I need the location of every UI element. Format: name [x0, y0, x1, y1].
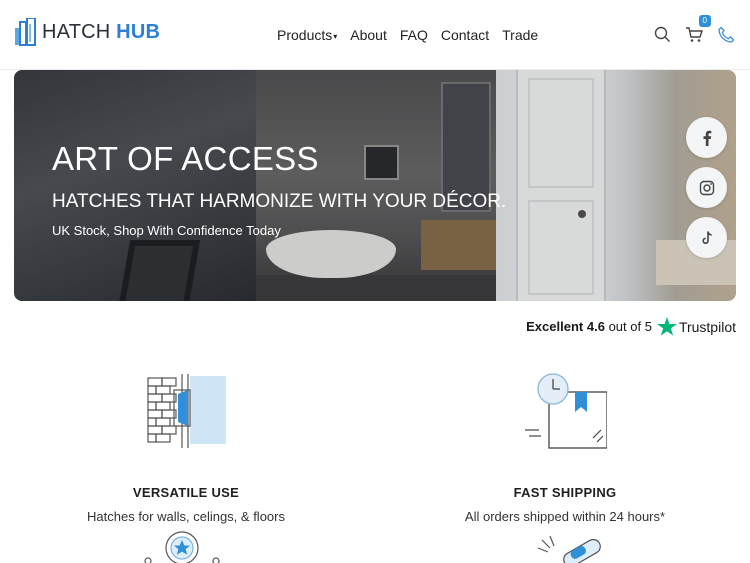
- cart-icon: [686, 26, 703, 42]
- nav-contact[interactable]: Contact: [441, 27, 489, 43]
- feature-fast-shipping: FAST SHIPPING All orders shipped within …: [415, 372, 715, 524]
- logo[interactable]: HATCH HUB: [14, 18, 160, 46]
- building-logo-icon: [15, 18, 36, 46]
- cart-count-badge: 0: [698, 15, 711, 27]
- hero-subtitle: HATCHES THAT HARMONIZE WITH YOUR DÉCOR.: [52, 191, 507, 212]
- nav-about[interactable]: About: [350, 27, 387, 43]
- nav-products[interactable]: Products▾: [277, 27, 337, 43]
- feature-versatile-use: VERSATILE USE Hatches for walls, celings…: [36, 372, 336, 524]
- trustpilot-star-icon: [656, 317, 677, 336]
- logo-text: HATCH HUB: [42, 20, 161, 43]
- tiktok-icon: [701, 230, 712, 244]
- cart-button[interactable]: 0: [684, 15, 711, 44]
- trustpilot-logo: Trustpilot: [656, 317, 736, 336]
- hero-banner: ART OF ACCESS HATCHES THAT HARMONIZE WIT…: [14, 70, 736, 301]
- phone-icon: [717, 26, 734, 43]
- site-header: HATCH HUB Products▾ About FAQ Contact Tr…: [0, 0, 750, 70]
- feature-title: VERSATILE USE: [132, 485, 240, 500]
- tiktok-button[interactable]: [686, 217, 727, 258]
- feature-description: All orders shipped within 24 hours*: [464, 509, 666, 524]
- rating-word: Excellent: [526, 319, 584, 334]
- main-nav: Products▾ About FAQ Contact Trade: [277, 27, 538, 43]
- wrench-tools-icon: [537, 535, 601, 563]
- instagram-button[interactable]: [686, 167, 727, 208]
- phone-button[interactable]: [716, 24, 736, 44]
- badge-star-icon: [144, 531, 220, 563]
- rating-score: 4.6: [586, 319, 605, 334]
- rating-suffix: out of 5: [608, 319, 652, 334]
- feature-description: Hatches for walls, celings, & floors: [87, 509, 285, 524]
- trustpilot-rating[interactable]: Excellent 4.6 out of 5 Trustpilot: [526, 317, 736, 336]
- facebook-button[interactable]: [686, 117, 727, 158]
- hero-title: ART OF ACCESS: [52, 140, 319, 177]
- feature-title: FAST SHIPPING: [513, 485, 617, 500]
- nav-faq[interactable]: FAQ: [400, 27, 428, 43]
- search-icon: [654, 26, 670, 42]
- hero-tagline: UK Stock, Shop With Confidence Today: [52, 223, 281, 238]
- nav-trade[interactable]: Trade: [502, 27, 538, 43]
- instagram-icon: [699, 180, 714, 195]
- hatch-wall-icon: [147, 374, 226, 448]
- facebook-icon: [703, 130, 711, 146]
- header-icons: 0: [652, 15, 736, 44]
- package-clock-icon: [525, 373, 608, 449]
- search-button[interactable]: [652, 24, 672, 44]
- chevron-down-icon: ▾: [333, 31, 338, 41]
